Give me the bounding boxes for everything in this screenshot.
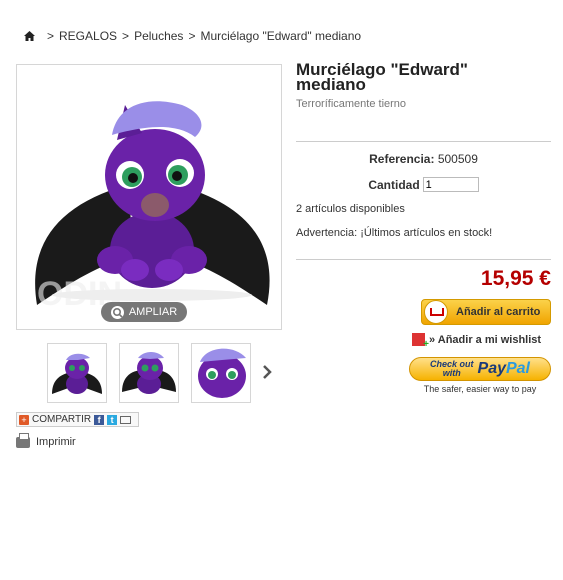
product-price: 15,95 € bbox=[480, 267, 551, 290]
product-title: Murciélago "Edward" mediano bbox=[296, 60, 468, 94]
reference-value: 500509 bbox=[437, 152, 478, 166]
paypal-checkout-text: Check out with bbox=[430, 360, 474, 378]
gift-icon bbox=[412, 333, 429, 350]
home-icon[interactable] bbox=[24, 30, 35, 42]
availability-text: 2 artículos disponibles bbox=[296, 203, 405, 215]
zoom-icon bbox=[110, 305, 124, 319]
facebook-icon[interactable]: f bbox=[94, 414, 105, 425]
twitter-icon[interactable]: t bbox=[107, 414, 118, 425]
breadcrumb: > REGALOS > Peluches > Murciélago "Edwar… bbox=[24, 29, 361, 43]
paypal-logo: PayPal bbox=[478, 360, 530, 378]
paypal-checkout-button[interactable]: Check out with PayPal bbox=[409, 357, 551, 381]
paypal-brand-b: Pal bbox=[505, 360, 530, 377]
breadcrumb-current: Murciélago "Edward" mediano bbox=[200, 29, 362, 43]
reference-label: Referencia: bbox=[369, 152, 435, 166]
mail-icon[interactable] bbox=[120, 415, 132, 424]
breadcrumb-peluches[interactable]: Peluches bbox=[134, 29, 183, 43]
wishlist-label: » Añadir a mi wishlist bbox=[429, 333, 542, 346]
product-thumbnail[interactable] bbox=[191, 343, 251, 403]
product-subtitle: Terroríficamente tierno bbox=[296, 98, 407, 110]
reference-row: Referencia: 500509 bbox=[296, 152, 551, 166]
plush-bat-illustration: ODIN bbox=[35, 101, 270, 313]
paypal-tagline: The safer, easier way to pay bbox=[423, 384, 537, 394]
share-plus-icon: + bbox=[19, 414, 29, 425]
quantity-row: Cantidad bbox=[296, 177, 551, 192]
breadcrumb-separator: > bbox=[122, 29, 130, 43]
add-to-wishlist-link[interactable]: » Añadir a mi wishlist bbox=[412, 333, 542, 350]
add-to-cart-button[interactable]: Añadir al carrito bbox=[421, 299, 551, 325]
breadcrumb-separator: > bbox=[47, 29, 55, 43]
zoom-button[interactable]: AMPLIAR bbox=[101, 302, 187, 322]
quantity-label: Cantidad bbox=[368, 177, 420, 192]
divider bbox=[296, 259, 551, 260]
add-to-cart-label: Añadir al carrito bbox=[456, 306, 541, 318]
share-widget[interactable]: + COMPARTIR f t bbox=[16, 412, 139, 427]
breadcrumb-separator: > bbox=[188, 29, 196, 43]
chevron-right-icon[interactable] bbox=[262, 364, 272, 385]
product-thumbnail[interactable] bbox=[47, 343, 107, 403]
paypal-brand-a: Pay bbox=[477, 360, 506, 377]
product-main-image[interactable]: ODIN bbox=[16, 64, 282, 330]
print-label: Imprimir bbox=[36, 436, 76, 448]
print-link[interactable]: Imprimir bbox=[16, 432, 76, 448]
zoom-label: AMPLIAR bbox=[128, 306, 178, 318]
share-label: COMPARTIR bbox=[32, 414, 92, 425]
quantity-input[interactable] bbox=[422, 177, 479, 192]
printer-icon bbox=[16, 432, 30, 448]
cart-icon bbox=[424, 300, 448, 324]
divider bbox=[296, 141, 551, 142]
product-thumbnail[interactable] bbox=[119, 343, 179, 403]
stock-warning: Advertencia: ¡Últimos artículos en stock… bbox=[296, 227, 493, 239]
breadcrumb-regalos[interactable]: REGALOS bbox=[59, 29, 117, 43]
paypal-line2: with bbox=[442, 368, 461, 378]
